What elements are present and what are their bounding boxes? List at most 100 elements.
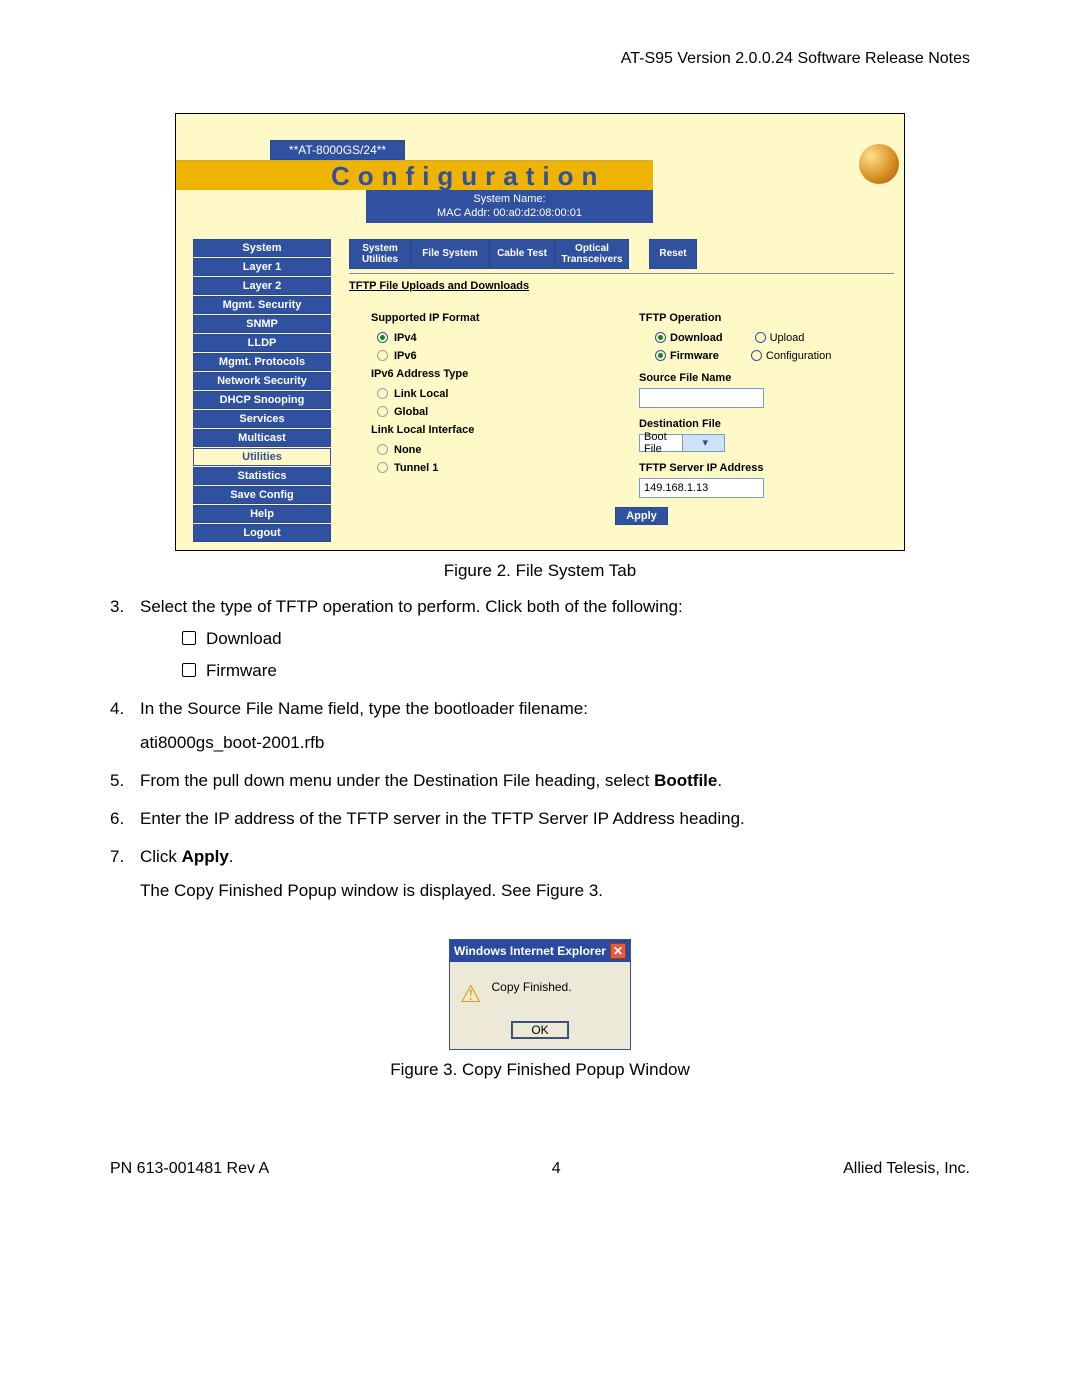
step-7-text-d: The Copy Finished Popup window is displa… (140, 881, 970, 901)
sidebar-item-statistics[interactable]: Statistics (193, 467, 331, 485)
sidebar-item-help[interactable]: Help (193, 505, 331, 523)
tab-reset[interactable]: Reset (649, 239, 697, 269)
ok-button[interactable]: OK (512, 1022, 567, 1038)
checkbox-icon (182, 663, 196, 677)
step-4-text: In the Source File Name field, type the … (140, 699, 588, 718)
ipv6-address-type-title: IPv6 Address Type (371, 368, 639, 380)
step-3b: Firmware (206, 661, 277, 681)
device-model-bar: **AT-8000GS/24** (270, 140, 405, 160)
checkbox-icon (182, 631, 196, 645)
footer-page-number: 4 (552, 1160, 561, 1178)
step-number: 4. (110, 699, 140, 753)
label-download: Download (670, 332, 723, 344)
link-local-interface-title: Link Local Interface (371, 424, 639, 436)
step-number: 7. (110, 847, 140, 901)
tab-system-utilities[interactable]: System Utilities (349, 239, 411, 269)
supported-ip-format-title: Supported IP Format (371, 312, 639, 324)
sidebar-item-lldp[interactable]: LLDP (193, 334, 331, 352)
label-none: None (394, 444, 422, 456)
label-ipv4: IPv4 (394, 332, 417, 344)
doc-header: AT-S95 Version 2.0.0.24 Software Release… (110, 50, 970, 68)
radio-ipv4[interactable] (377, 332, 388, 343)
close-icon[interactable]: ✕ (610, 943, 626, 959)
mac-addr-label: MAC Addr: 00:a0:d2:08:00:01 (437, 207, 582, 219)
sidebar-item-save-config[interactable]: Save Config (193, 486, 331, 504)
page-footer: PN 613-001481 Rev A 4 Allied Telesis, In… (110, 1160, 970, 1178)
radio-ipv6[interactable] (377, 350, 388, 361)
step-4-filename: ati8000gs_boot-2001.rfb (140, 733, 970, 753)
popup-message: Copy Finished. (492, 980, 572, 994)
footer-right: Allied Telesis, Inc. (843, 1160, 970, 1178)
tftp-server-ip-input[interactable] (639, 478, 764, 498)
tftp-operation-title: TFTP Operation (639, 312, 831, 324)
step-3a: Download (206, 629, 282, 649)
source-file-name-input[interactable] (639, 388, 764, 408)
warning-icon: ⚠ (460, 980, 482, 1009)
figure3-caption: Figure 3. Copy Finished Popup Window (110, 1060, 970, 1080)
radio-global[interactable] (377, 406, 388, 417)
label-tunnel1: Tunnel 1 (394, 462, 438, 474)
sidebar-item-network-security[interactable]: Network Security (193, 372, 331, 390)
step-7-text-a: Click (140, 847, 182, 866)
label-ipv6: IPv6 (394, 350, 417, 362)
figure2-caption: Figure 2. File System Tab (110, 561, 970, 581)
sidebar-item-services[interactable]: Services (193, 410, 331, 428)
step-number: 3. (110, 597, 140, 681)
section-title: TFTP File Uploads and Downloads (349, 280, 894, 292)
tab-optical-transceivers[interactable]: Optical Transceivers (555, 239, 629, 269)
step-7-text-b: Apply (182, 847, 229, 866)
sidebar-item-logout[interactable]: Logout (193, 524, 331, 542)
radio-configuration[interactable] (751, 350, 762, 361)
radio-upload[interactable] (755, 332, 766, 343)
config-banner: Configuration (176, 160, 653, 190)
globe-icon (859, 144, 899, 184)
tab-bar: System Utilities File System Cable Test … (349, 239, 894, 269)
footer-left: PN 613-001481 Rev A (110, 1160, 269, 1178)
instruction-steps: 3. Select the type of TFTP operation to … (110, 597, 970, 901)
step-6-text: Enter the IP address of the TFTP server … (140, 809, 745, 828)
figure2-screenshot: **AT-8000GS/24** Configuration System Na… (175, 113, 905, 551)
step-number: 5. (110, 771, 140, 791)
sidebar-item-layer1[interactable]: Layer 1 (193, 258, 331, 276)
label-firmware: Firmware (670, 350, 719, 362)
step-5-text-a: From the pull down menu under the Destin… (140, 771, 654, 790)
sidebar-menu: System Layer 1 Layer 2 Mgmt. Security SN… (176, 239, 331, 542)
sidebar-item-mgmt-security[interactable]: Mgmt. Security (193, 296, 331, 314)
tab-file-system[interactable]: File System (411, 239, 489, 269)
destination-file-select[interactable]: Boot File ▾ (639, 434, 725, 452)
system-info-bar: System Name: MAC Addr: 00:a0:d2:08:00:01 (366, 190, 653, 223)
step-7-text-c: . (229, 847, 234, 866)
source-file-name-label: Source File Name (639, 372, 831, 384)
step-number: 6. (110, 809, 140, 829)
tftp-server-ip-label: TFTP Server IP Address (639, 462, 831, 474)
step-5-text-b: Bootfile (654, 771, 717, 790)
radio-download[interactable] (655, 332, 666, 343)
right-panel: TFTP Operation Download Upload Firmware … (639, 312, 831, 498)
radio-link-local[interactable] (377, 388, 388, 399)
label-upload: Upload (770, 332, 805, 344)
radio-none[interactable] (377, 444, 388, 455)
popup-title-text: Windows Internet Explorer (454, 944, 606, 958)
sidebar-item-system[interactable]: System (193, 239, 331, 257)
step-5-text-c: . (717, 771, 722, 790)
sidebar-item-utilities[interactable]: Utilities (193, 448, 331, 466)
left-panel: Supported IP Format IPv4 IPv6 IPv6 Addre… (349, 312, 639, 498)
sidebar-item-dhcp-snooping[interactable]: DHCP Snooping (193, 391, 331, 409)
destination-file-label: Destination File (639, 418, 831, 430)
sidebar-item-layer2[interactable]: Layer 2 (193, 277, 331, 295)
apply-button[interactable]: Apply (615, 507, 668, 525)
label-global: Global (394, 406, 428, 418)
radio-firmware[interactable] (655, 350, 666, 361)
chevron-down-icon: ▾ (682, 435, 725, 451)
sidebar-item-snmp[interactable]: SNMP (193, 315, 331, 333)
copy-finished-popup: Windows Internet Explorer ✕ ⚠ Copy Finis… (449, 939, 631, 1050)
destination-file-value: Boot File (640, 431, 682, 455)
label-configuration: Configuration (766, 350, 831, 362)
step-3-text: Select the type of TFTP operation to per… (140, 597, 683, 616)
tab-cable-test[interactable]: Cable Test (489, 239, 555, 269)
sidebar-item-multicast[interactable]: Multicast (193, 429, 331, 447)
radio-tunnel1[interactable] (377, 462, 388, 473)
label-link-local: Link Local (394, 388, 448, 400)
system-name-label: System Name: (473, 193, 545, 205)
sidebar-item-mgmt-protocols[interactable]: Mgmt. Protocols (193, 353, 331, 371)
